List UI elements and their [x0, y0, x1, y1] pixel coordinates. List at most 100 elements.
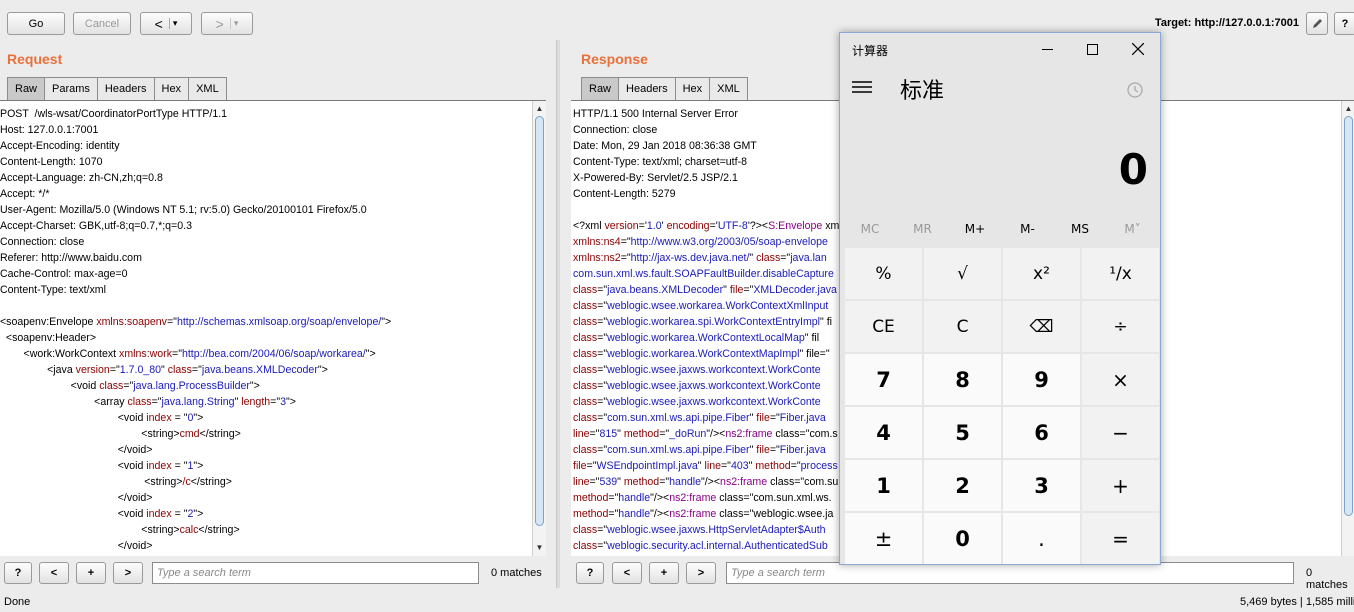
- response-search-input[interactable]: [726, 562, 1294, 584]
- code-token: =": [270, 396, 281, 408]
- scroll-up-icon[interactable]: ▲: [1342, 103, 1354, 115]
- key-percent-button[interactable]: %: [845, 248, 922, 299]
- key-decimal-button[interactable]: .: [1003, 513, 1080, 564]
- request-search-input[interactable]: [152, 562, 479, 584]
- response-tab-raw[interactable]: Raw: [581, 77, 620, 100]
- key-digit-5-button[interactable]: 5: [924, 407, 1001, 458]
- key-clear-button[interactable]: C: [924, 301, 1001, 352]
- response-tabs: Raw Headers Hex XML: [581, 77, 748, 100]
- code-token: 539: [599, 476, 618, 488]
- minimize-button[interactable]: [1026, 33, 1068, 65]
- response-tab-xml[interactable]: XML: [709, 77, 748, 100]
- maximize-button[interactable]: [1071, 33, 1113, 65]
- code-token: file: [756, 412, 770, 424]
- request-tabs: Raw Params Headers Hex XML: [7, 77, 227, 100]
- code-token: com.sun.xml.ws.api.pipe.Fiber: [607, 412, 750, 424]
- code-token: =": [620, 236, 631, 248]
- memory-add-button[interactable]: M+: [949, 222, 1001, 236]
- key-divide-button[interactable]: ÷: [1082, 301, 1159, 352]
- history-button[interactable]: [1126, 81, 1148, 103]
- cancel-button[interactable]: Cancel: [73, 12, 131, 35]
- code-token: class: [573, 396, 598, 408]
- maximize-icon: [1086, 43, 1098, 55]
- forward-button[interactable]: > ▾: [201, 12, 253, 35]
- code-token: =": [597, 524, 608, 536]
- key-sqrt-button[interactable]: √: [924, 248, 1001, 299]
- request-line: Content-Length: 1070: [0, 154, 546, 170]
- memory-recall-button[interactable]: MR: [897, 222, 949, 236]
- search-next-button[interactable]: >: [686, 562, 716, 584]
- code-token: Content-Type: text/xml: [0, 284, 106, 296]
- search-help-button[interactable]: ?: [4, 562, 32, 584]
- help-button[interactable]: ?: [1334, 12, 1354, 35]
- search-next-button[interactable]: >: [113, 562, 143, 584]
- request-tab-params[interactable]: Params: [44, 77, 98, 100]
- request-tab-headers[interactable]: Headers: [96, 77, 155, 100]
- code-token: method: [623, 476, 660, 488]
- response-scrollbar[interactable]: ▲: [1341, 101, 1354, 556]
- search-help-button[interactable]: ?: [576, 562, 604, 584]
- code-token: handle: [618, 492, 651, 504]
- key-minus-button[interactable]: −: [1082, 407, 1159, 458]
- request-tab-xml[interactable]: XML: [188, 77, 227, 100]
- key-multiply-button[interactable]: ×: [1082, 354, 1159, 405]
- code-token: ">: [365, 348, 376, 360]
- scroll-down-icon[interactable]: ▼: [533, 542, 546, 554]
- close-button[interactable]: [1116, 33, 1160, 65]
- request-line: <array class="java.lang.String" length="…: [0, 394, 546, 410]
- request-tab-hex[interactable]: Hex: [153, 77, 190, 100]
- key-backspace-button[interactable]: ⌫: [1003, 301, 1080, 352]
- key-digit-0-button[interactable]: 0: [924, 513, 1001, 564]
- calculator-window[interactable]: 计算器 标准 0 MC MR M+ M- MS M˅ % √ x² ¹/x CE C ⌫ ÷ 7 8 9 × 4 5…: [839, 32, 1161, 565]
- menu-button[interactable]: [852, 79, 878, 101]
- scrollbar-thumb[interactable]: [535, 116, 544, 526]
- code-token: ns2:frame: [720, 476, 768, 488]
- key-digit-2-button[interactable]: 2: [924, 460, 1001, 511]
- code-token: =": [769, 412, 780, 424]
- panel-splitter[interactable]: [556, 40, 560, 588]
- code-token: =": [721, 460, 731, 472]
- key-equals-button[interactable]: =: [1082, 513, 1159, 564]
- code-token: class: [573, 332, 598, 344]
- search-prev-button[interactable]: <: [612, 562, 642, 584]
- key-clear-entry-button[interactable]: CE: [845, 301, 922, 352]
- history-icon: [1127, 82, 1143, 98]
- search-prev-button[interactable]: <: [39, 562, 69, 584]
- key-negate-button[interactable]: ±: [845, 513, 922, 564]
- go-button[interactable]: Go: [7, 12, 65, 35]
- request-body[interactable]: POST /wls-wsat/CoordinatorPortType HTTP/…: [0, 100, 546, 556]
- code-token: 815: [599, 428, 618, 440]
- memory-subtract-button[interactable]: M-: [1002, 222, 1054, 236]
- code-token: _doRun: [669, 428, 707, 440]
- request-tab-raw[interactable]: Raw: [7, 77, 46, 100]
- code-token: index: [146, 460, 172, 472]
- code-token: class="weblogic.wsee.ja: [716, 508, 834, 520]
- key-digit-4-button[interactable]: 4: [845, 407, 922, 458]
- response-tab-headers[interactable]: Headers: [618, 77, 676, 100]
- key-digit-6-button[interactable]: 6: [1003, 407, 1080, 458]
- back-button[interactable]: < ▾: [140, 12, 192, 35]
- code-token: ">: [381, 316, 392, 328]
- scroll-up-icon[interactable]: ▲: [533, 103, 546, 115]
- key-square-button[interactable]: x²: [1003, 248, 1080, 299]
- forward-dropdown-icon: ▾: [229, 18, 238, 29]
- key-plus-button[interactable]: +: [1082, 460, 1159, 511]
- key-digit-3-button[interactable]: 3: [1003, 460, 1080, 511]
- close-icon: [1132, 43, 1144, 55]
- search-add-button[interactable]: +: [649, 562, 679, 584]
- code-token: 403: [730, 460, 749, 472]
- key-reciprocal-button[interactable]: ¹/x: [1082, 248, 1159, 299]
- key-digit-9-button[interactable]: 9: [1003, 354, 1080, 405]
- key-digit-8-button[interactable]: 8: [924, 354, 1001, 405]
- response-tab-hex[interactable]: Hex: [674, 77, 711, 100]
- memory-store-button[interactable]: MS: [1054, 222, 1106, 236]
- key-digit-7-button[interactable]: 7: [845, 354, 922, 405]
- memory-list-button[interactable]: M˅: [1107, 222, 1159, 236]
- request-scrollbar[interactable]: ▲ ▼: [532, 101, 546, 556]
- scrollbar-thumb[interactable]: [1344, 116, 1353, 516]
- edit-target-button[interactable]: [1306, 12, 1328, 35]
- search-add-button[interactable]: +: [76, 562, 106, 584]
- code-token: ": [617, 428, 624, 440]
- memory-clear-button[interactable]: MC: [844, 222, 896, 236]
- key-digit-1-button[interactable]: 1: [845, 460, 922, 511]
